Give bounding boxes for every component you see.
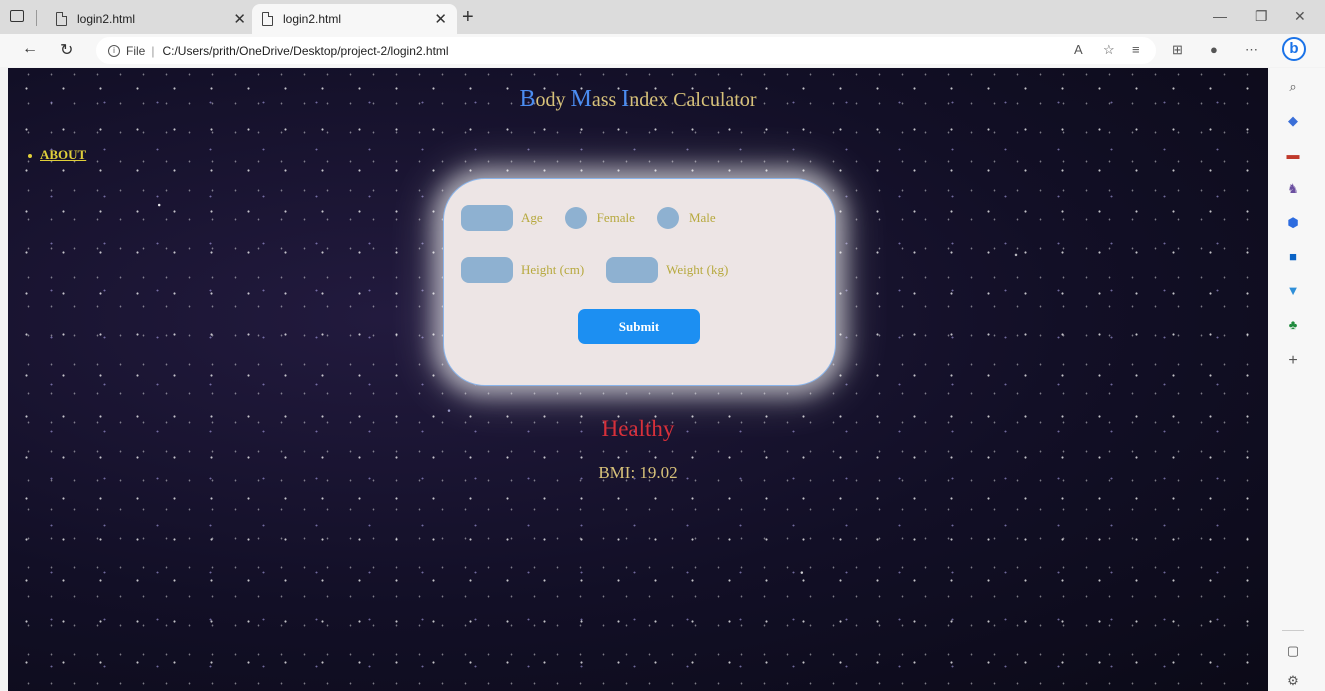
title-cap: M: [570, 86, 592, 112]
add-sidebar-app-icon[interactable]: +: [1284, 352, 1302, 370]
tab-separator: [36, 10, 37, 26]
favorite-star-icon[interactable]: ☆: [1103, 42, 1115, 58]
close-window-icon[interactable]: ✕: [1294, 8, 1306, 25]
tools-icon[interactable]: ▬: [1284, 146, 1302, 164]
about-link[interactable]: ABOUT: [40, 147, 86, 162]
bmi-form-card: Age Female Male Height (cm) Weight (kg) …: [443, 178, 836, 386]
female-label: Female: [596, 210, 635, 225]
height-input[interactable]: [461, 257, 513, 283]
url-separator: |: [151, 43, 155, 58]
outlook-icon[interactable]: ■: [1284, 248, 1302, 266]
shopping-tag-icon[interactable]: ◆: [1284, 112, 1302, 130]
restore-icon[interactable]: ❐: [1255, 8, 1268, 25]
title-text: ody: [535, 89, 571, 111]
favorites-list-icon[interactable]: ≡: [1132, 42, 1140, 57]
profile-icon[interactable]: ●: [1210, 42, 1218, 57]
bullet-icon: [28, 154, 32, 159]
tab-strip: login2.html ✕ login2.html ✕ + — ❐ ✕: [0, 0, 1325, 34]
tab-login2-inactive[interactable]: login2.html ✕: [46, 4, 256, 34]
female-radio[interactable]: [564, 207, 587, 229]
tab-title: login2.html: [77, 12, 136, 26]
tree-icon[interactable]: ♣: [1284, 316, 1302, 334]
navigation-bar: ← ↻ i File | C:/Users/prith/OneDrive/Des…: [0, 34, 1325, 67]
age-label: Age: [521, 210, 543, 225]
document-icon: [262, 12, 273, 26]
submit-button[interactable]: Submit: [578, 309, 700, 344]
height-label: Height (cm): [521, 262, 585, 277]
games-icon[interactable]: ♞: [1284, 180, 1302, 198]
drop-icon[interactable]: ▼: [1284, 282, 1302, 300]
form-row-height-weight: Height (cm) Weight (kg): [461, 257, 750, 283]
info-icon[interactable]: i: [108, 44, 120, 57]
title-cap: B: [519, 86, 536, 112]
title-text: ass: [591, 89, 622, 111]
tab-login2-active[interactable]: login2.html ✕: [252, 4, 457, 34]
bmi-value: BMI: 19.02: [598, 463, 678, 482]
sidebar-divider: [1282, 630, 1304, 631]
male-radio[interactable]: [656, 207, 679, 229]
bmi-status: Healthy: [601, 416, 675, 441]
age-input[interactable]: [461, 205, 513, 231]
nav-about-item: ABOUT: [28, 147, 86, 163]
tab-title: login2.html: [283, 12, 342, 26]
back-arrow-icon[interactable]: ←: [22, 40, 38, 58]
male-label: Male: [688, 210, 716, 225]
title-text: ndex: [629, 89, 674, 111]
edge-sidebar: ⌕ ◆ ▬ ♞ ⬢ ■ ▼ ♣ + ▢ ⚙: [1270, 68, 1325, 691]
settings-gear-icon[interactable]: ⚙: [1284, 672, 1302, 690]
collections-icon[interactable]: ⊞: [1172, 42, 1183, 58]
hide-sidebar-icon[interactable]: ▢: [1284, 642, 1302, 660]
file-label: File: [126, 43, 146, 58]
more-options-icon[interactable]: ⋯: [1245, 42, 1258, 58]
read-aloud-icon[interactable]: A: [1074, 42, 1083, 57]
close-tab-icon[interactable]: ✕: [434, 10, 447, 28]
minimize-icon[interactable]: —: [1213, 8, 1227, 24]
document-icon: [56, 12, 67, 26]
address-bar[interactable]: i File | C:/Users/prith/OneDrive/Desktop…: [96, 37, 1156, 64]
form-row-age-gender: Age Female Male: [461, 205, 738, 231]
title-text: Calculator: [673, 89, 757, 111]
refresh-icon[interactable]: ↻: [60, 40, 73, 60]
weight-input[interactable]: [606, 257, 659, 283]
search-icon[interactable]: ⌕: [1284, 78, 1302, 96]
weight-label: Weight (kg): [666, 262, 729, 277]
page-title: Body Mass Index Calculator: [8, 86, 1268, 113]
tab-actions-icon[interactable]: [10, 10, 24, 22]
close-tab-icon[interactable]: ✕: [233, 10, 246, 28]
url-text[interactable]: C:/Users/prith/OneDrive/Desktop/project-…: [162, 44, 448, 58]
bing-chat-button[interactable]: b: [1282, 37, 1306, 61]
new-tab-button[interactable]: +: [462, 6, 474, 29]
page-viewport: Body Mass Index Calculator ABOUT Age Fem…: [8, 68, 1268, 691]
microsoft-365-icon[interactable]: ⬢: [1284, 214, 1302, 232]
